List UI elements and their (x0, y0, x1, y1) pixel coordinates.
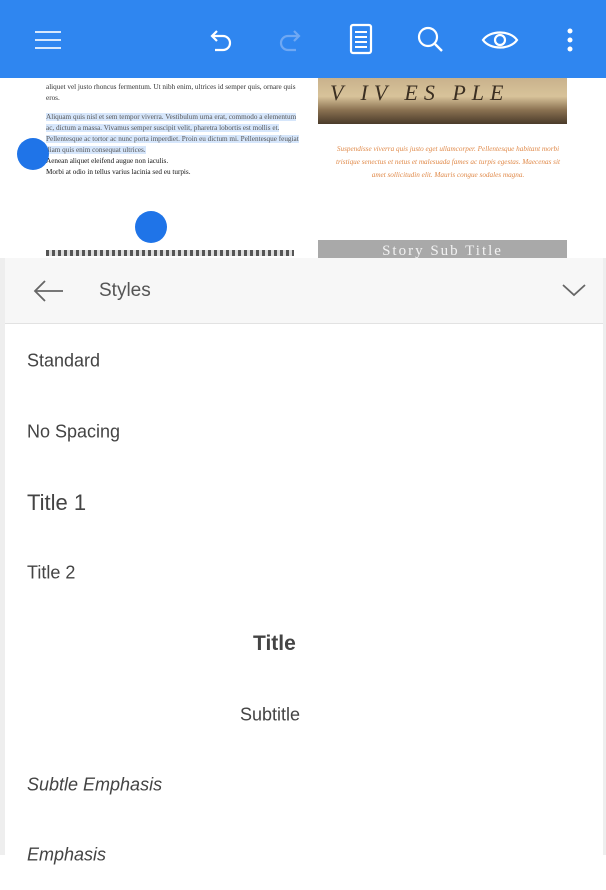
doc-right-quote: Suspendisse viverra quis justo eget ulla… (336, 145, 560, 179)
search-icon[interactable] (410, 20, 450, 60)
story-sub-title: Story Sub Title (318, 240, 567, 258)
back-arrow-icon[interactable] (31, 276, 67, 306)
film-strip-image (46, 250, 294, 256)
style-item-title[interactable]: Title (5, 609, 603, 679)
style-item-standard[interactable]: Standard (5, 326, 603, 396)
style-item-label: Subtitle (240, 704, 301, 725)
style-item-label: Emphasis (27, 844, 107, 865)
styles-panel-header: Styles (5, 258, 603, 324)
doc-paragraph: aliquet vel justo rhoncus fermentum. Ut … (46, 83, 296, 102)
style-item-label: No Spacing (27, 421, 121, 442)
document-preview[interactable]: aliquet vel justo rhoncus fermentum. Ut … (0, 78, 606, 258)
eye-icon[interactable] (480, 20, 520, 60)
doc-left-column: aliquet vel justo rhoncus fermentum. Ut … (46, 82, 302, 178)
doc-line: Aenean aliquet eleifend augue non iaculi… (46, 157, 169, 165)
clock-numerals: V IV ES PLE (330, 80, 510, 105)
style-item-label: Subtle Emphasis (27, 774, 163, 795)
panel-title: Styles (99, 280, 151, 301)
style-item-label: Title 1 (27, 490, 87, 515)
doc-line: Morbi at odio in tellus varius lacinia s… (46, 168, 191, 176)
more-icon[interactable] (550, 20, 590, 60)
selection-start-handle[interactable] (17, 138, 49, 170)
style-item-label: Standard (27, 350, 101, 371)
chevron-down-icon[interactable] (560, 280, 588, 300)
style-item-title-1[interactable]: Title 1 (5, 468, 603, 538)
menu-icon[interactable] (28, 20, 68, 60)
style-item-title-2[interactable]: Title 2 (5, 538, 603, 608)
selection-end-handle[interactable] (135, 211, 167, 243)
top-toolbar (0, 0, 606, 78)
styles-panel: Styles Standard No Spacing Title 1 Title… (0, 258, 606, 865)
style-item-label: Title 2 (27, 562, 76, 583)
style-item-no-spacing[interactable]: No Spacing (5, 397, 603, 467)
style-item-subtle-emphasis[interactable]: Subtle Emphasis (5, 750, 603, 820)
undo-icon[interactable] (199, 20, 239, 60)
redo-icon[interactable] (272, 20, 312, 60)
document-icon[interactable] (341, 20, 381, 60)
style-item-subtitle[interactable]: Subtitle (5, 680, 603, 750)
style-item-emphasis[interactable]: Emphasis (5, 820, 603, 890)
style-item-label: Title (253, 632, 296, 655)
selected-text[interactable]: Aliquam quis nisl et sem tempor viverra.… (46, 113, 299, 154)
clock-image: V IV ES PLE (318, 78, 567, 124)
